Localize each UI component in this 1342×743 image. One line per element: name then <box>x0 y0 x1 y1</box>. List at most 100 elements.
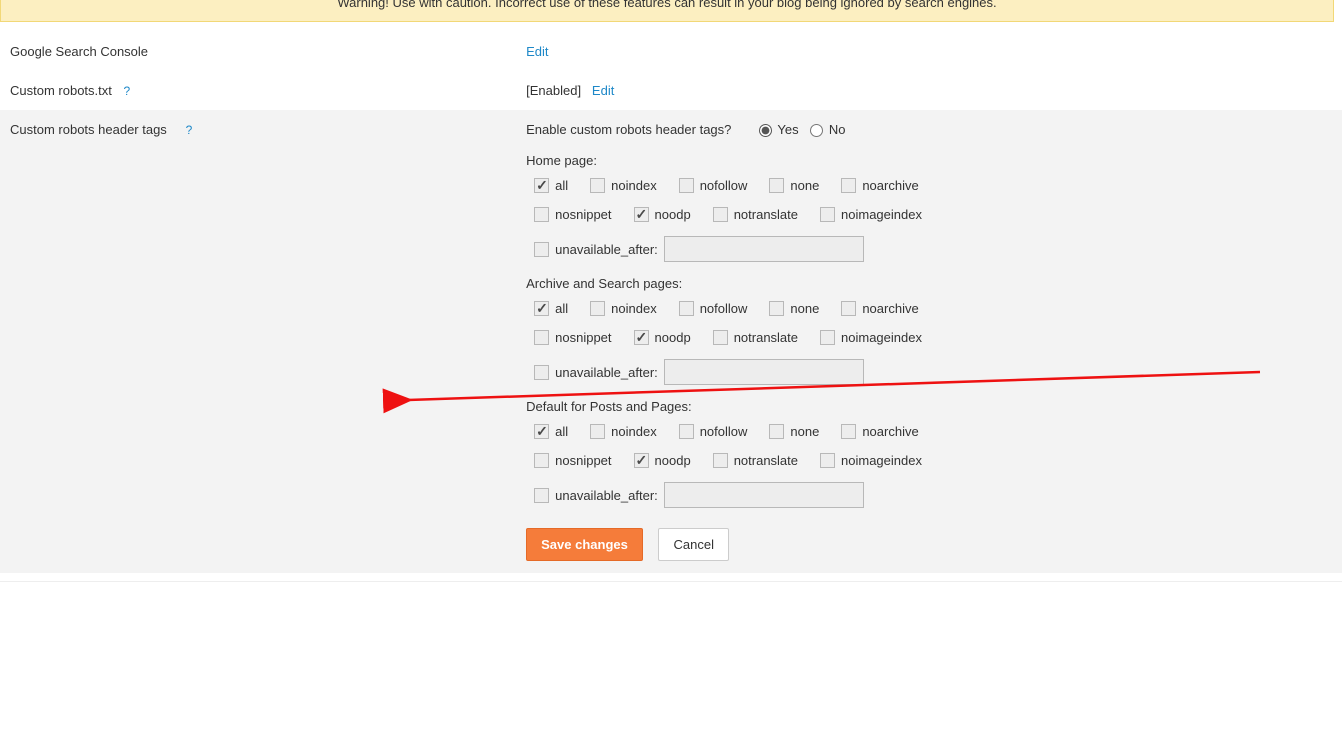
archive-noarchive-label: noarchive <box>862 301 918 316</box>
home-unavailable-checkbox[interactable] <box>534 242 549 257</box>
home-noimageindex-label: noimageindex <box>841 207 922 222</box>
archive-all-label: all <box>555 301 568 316</box>
warning-banner: Warning! Use with caution. Incorrect use… <box>0 0 1334 22</box>
archive-noimageindex-label: noimageindex <box>841 330 922 345</box>
enable-question-text: Enable custom robots header tags? <box>526 122 731 137</box>
home-all-checkbox[interactable] <box>534 178 549 193</box>
home-heading: Home page: <box>526 153 1332 168</box>
posts-unavailable-label: unavailable_after: <box>555 488 658 503</box>
robots-txt-label-text: Custom robots.txt <box>10 83 112 98</box>
radio-yes-label: Yes <box>777 122 798 137</box>
archive-grid: all noindex nofollow none noarchive nosn… <box>534 301 1332 385</box>
row-robots-tags-control: Enable custom robots header tags? Yes No… <box>516 110 1342 573</box>
home-nofollow-checkbox[interactable] <box>679 178 694 193</box>
archive-heading: Archive and Search pages: <box>526 276 1332 291</box>
archive-notranslate-checkbox[interactable] <box>713 330 728 345</box>
row-robots-tags: Custom robots header tags ? Enable custo… <box>0 110 1342 573</box>
posts-heading: Default for Posts and Pages: <box>526 399 1332 414</box>
posts-nosnippet-label: nosnippet <box>555 453 611 468</box>
posts-all-checkbox[interactable] <box>534 424 549 439</box>
footer-divider <box>0 581 1342 582</box>
posts-nosnippet-checkbox[interactable] <box>534 453 549 468</box>
home-nosnippet-label: nosnippet <box>555 207 611 222</box>
row-robots-tags-label: Custom robots header tags ? <box>0 110 516 573</box>
warning-text: Warning! Use with caution. Incorrect use… <box>337 0 996 10</box>
home-nofollow-label: nofollow <box>700 178 748 193</box>
row-gsc: Google Search Console Edit <box>0 32 1342 71</box>
enable-question-line: Enable custom robots header tags? Yes No <box>526 122 1332 137</box>
row-gsc-control: Edit <box>516 32 1342 71</box>
gsc-edit-link[interactable]: Edit <box>526 44 548 59</box>
button-row: Save changes Cancel <box>526 528 1332 561</box>
home-noimageindex-checkbox[interactable] <box>820 207 835 222</box>
archive-nosnippet-checkbox[interactable] <box>534 330 549 345</box>
posts-none-label: none <box>790 424 819 439</box>
home-noindex-label: noindex <box>611 178 657 193</box>
archive-none-checkbox[interactable] <box>769 301 784 316</box>
home-all-label: all <box>555 178 568 193</box>
robots-txt-edit-link[interactable]: Edit <box>592 83 614 98</box>
archive-noindex-label: noindex <box>611 301 657 316</box>
posts-grid: all noindex nofollow none noarchive nosn… <box>534 424 1332 508</box>
posts-unavailable-input[interactable] <box>664 482 864 508</box>
home-notranslate-label: notranslate <box>734 207 798 222</box>
home-grid: all noindex nofollow none noarchive nosn… <box>534 178 1332 262</box>
archive-noimageindex-checkbox[interactable] <box>820 330 835 345</box>
save-button[interactable]: Save changes <box>526 528 643 561</box>
archive-all-checkbox[interactable] <box>534 301 549 316</box>
posts-nofollow-label: nofollow <box>700 424 748 439</box>
posts-noimageindex-label: noimageindex <box>841 453 922 468</box>
gsc-label-text: Google Search Console <box>10 44 148 59</box>
posts-notranslate-label: notranslate <box>734 453 798 468</box>
posts-noindex-label: noindex <box>611 424 657 439</box>
home-noarchive-label: noarchive <box>862 178 918 193</box>
cancel-button[interactable]: Cancel <box>658 528 728 561</box>
home-unavailable-label: unavailable_after: <box>555 242 658 257</box>
home-unavailable-input[interactable] <box>664 236 864 262</box>
row-robots-txt: Custom robots.txt ? [Enabled] Edit <box>0 71 1342 110</box>
archive-unavailable-label: unavailable_after: <box>555 365 658 380</box>
archive-noindex-checkbox[interactable] <box>590 301 605 316</box>
posts-all-label: all <box>555 424 568 439</box>
archive-unavailable-input[interactable] <box>664 359 864 385</box>
posts-none-checkbox[interactable] <box>769 424 784 439</box>
help-icon[interactable]: ? <box>186 123 193 137</box>
radio-yes[interactable] <box>759 124 772 137</box>
home-nosnippet-checkbox[interactable] <box>534 207 549 222</box>
radio-no[interactable] <box>810 124 823 137</box>
posts-noodp-checkbox[interactable] <box>634 453 649 468</box>
archive-nofollow-checkbox[interactable] <box>679 301 694 316</box>
posts-notranslate-checkbox[interactable] <box>713 453 728 468</box>
row-gsc-label: Google Search Console <box>0 32 516 71</box>
home-none-label: none <box>790 178 819 193</box>
robots-txt-status: [Enabled] <box>526 83 581 98</box>
archive-none-label: none <box>790 301 819 316</box>
home-noodp-checkbox[interactable] <box>634 207 649 222</box>
row-robots-txt-label: Custom robots.txt ? <box>0 71 516 110</box>
posts-noarchive-checkbox[interactable] <box>841 424 856 439</box>
home-noindex-checkbox[interactable] <box>590 178 605 193</box>
posts-unavailable-checkbox[interactable] <box>534 488 549 503</box>
archive-notranslate-label: notranslate <box>734 330 798 345</box>
posts-nofollow-checkbox[interactable] <box>679 424 694 439</box>
posts-noindex-checkbox[interactable] <box>590 424 605 439</box>
home-none-checkbox[interactable] <box>769 178 784 193</box>
settings-table: Google Search Console Edit Custom robots… <box>0 32 1342 573</box>
posts-noodp-label: noodp <box>655 453 691 468</box>
radio-no-label: No <box>829 122 846 137</box>
home-notranslate-checkbox[interactable] <box>713 207 728 222</box>
home-noodp-label: noodp <box>655 207 691 222</box>
archive-noodp-label: noodp <box>655 330 691 345</box>
archive-nosnippet-label: nosnippet <box>555 330 611 345</box>
home-noarchive-checkbox[interactable] <box>841 178 856 193</box>
archive-nofollow-label: nofollow <box>700 301 748 316</box>
robots-tags-label-text: Custom robots header tags <box>10 122 167 137</box>
archive-noodp-checkbox[interactable] <box>634 330 649 345</box>
help-icon[interactable]: ? <box>124 84 131 98</box>
archive-noarchive-checkbox[interactable] <box>841 301 856 316</box>
posts-noimageindex-checkbox[interactable] <box>820 453 835 468</box>
row-robots-txt-control: [Enabled] Edit <box>516 71 1342 110</box>
archive-unavailable-checkbox[interactable] <box>534 365 549 380</box>
posts-noarchive-label: noarchive <box>862 424 918 439</box>
enable-radio-group: Yes No <box>755 122 849 137</box>
